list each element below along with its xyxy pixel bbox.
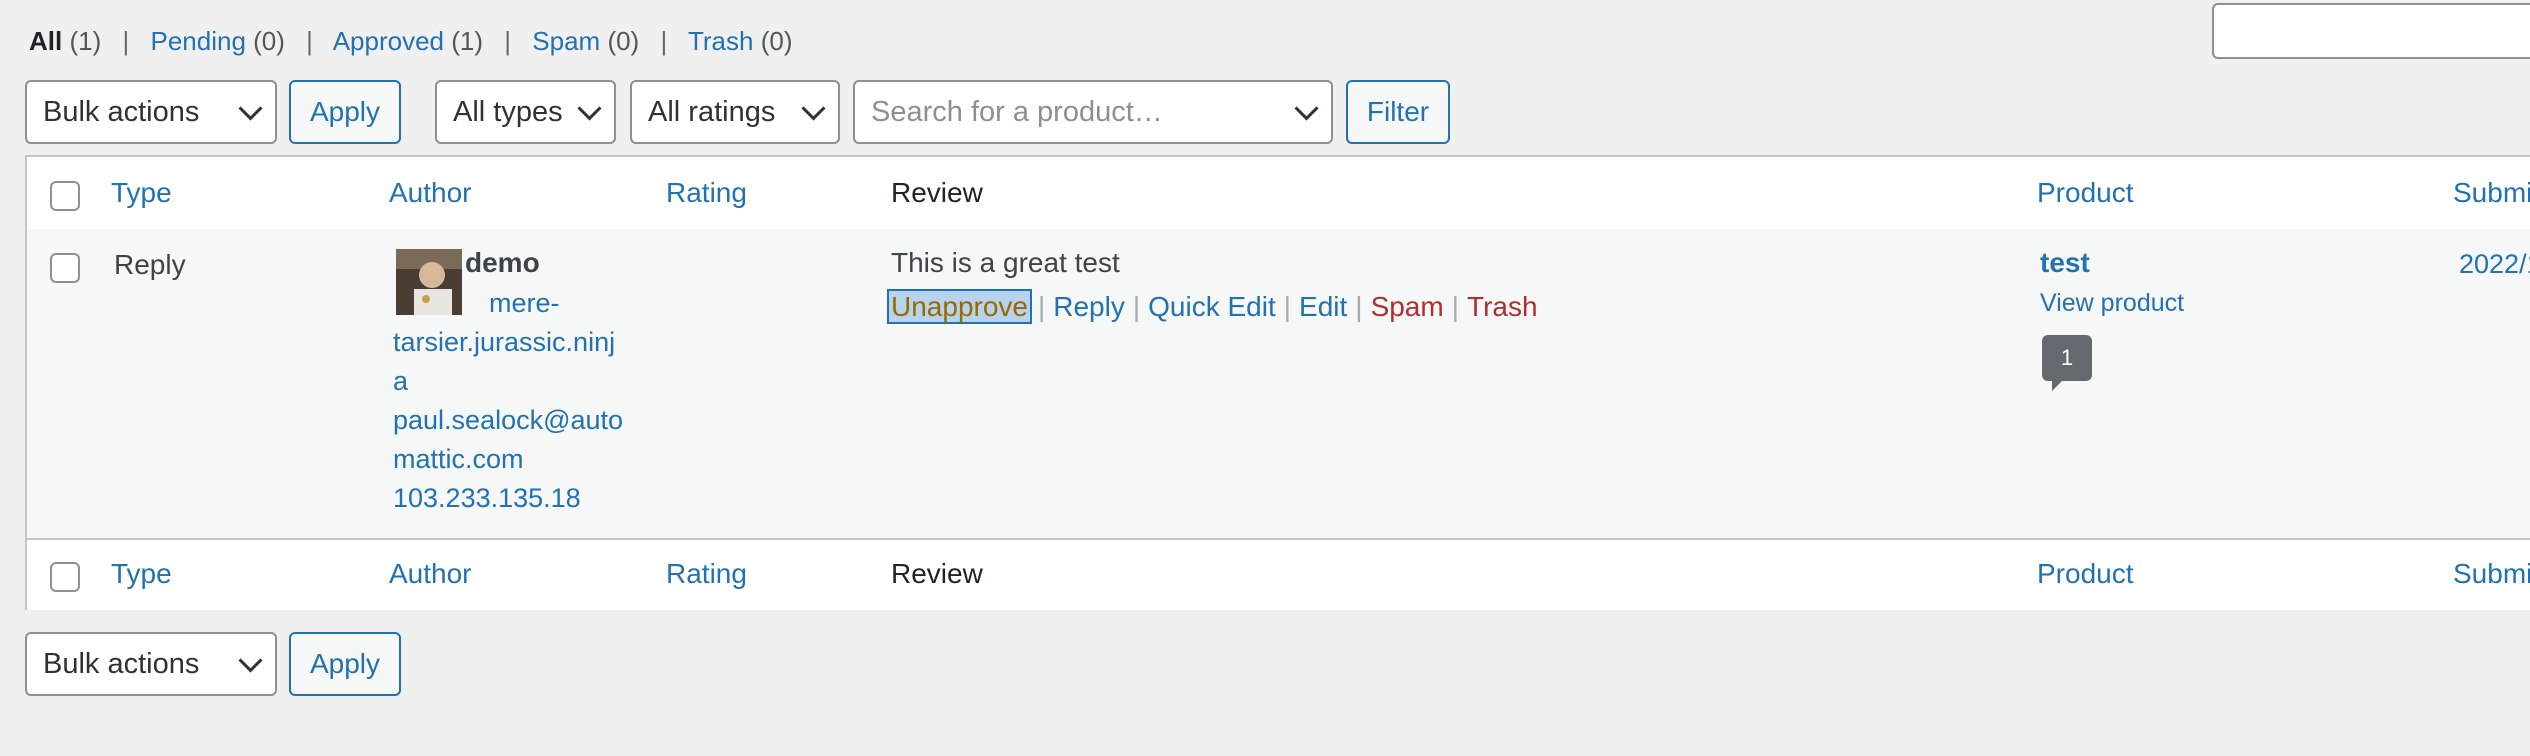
reviews-table: Type Author Rating Review Product Submit…: [25, 155, 2530, 610]
select-all-checkbox[interactable]: [50, 181, 80, 211]
status-all-link[interactable]: All: [29, 26, 62, 56]
author-url-line[interactable]: tarsier.jurassic.ninj: [393, 323, 623, 362]
type-filter-value: All types: [453, 95, 563, 128]
column-author[interactable]: Author: [389, 177, 472, 209]
table-header: Type Author Rating Review Product Submit…: [27, 157, 2530, 231]
filter-button[interactable]: Filter: [1346, 80, 1450, 144]
comment-count-badge[interactable]: 1: [2042, 335, 2092, 391]
column-product[interactable]: Product: [2037, 177, 2134, 209]
quick-edit-link[interactable]: Quick Edit: [1148, 291, 1276, 322]
product-search-select[interactable]: Search for a product…: [853, 80, 1333, 144]
column-review-footer: Review: [891, 558, 983, 589]
product-name-link[interactable]: test: [2040, 247, 2090, 279]
column-review: Review: [891, 177, 983, 208]
separator: |: [660, 26, 668, 56]
type-filter-select[interactable]: All types: [435, 80, 616, 144]
author-ip[interactable]: 103.233.135.18: [393, 479, 623, 518]
status-trash-link[interactable]: Trash: [688, 26, 754, 56]
status-trash-count: (0): [760, 26, 793, 56]
status-approved-count: (1): [451, 26, 484, 56]
separator: |: [306, 26, 313, 56]
row-checkbox[interactable]: [50, 253, 80, 283]
trash-link[interactable]: Trash: [1467, 291, 1538, 322]
unapprove-link[interactable]: Unapprove: [887, 289, 1032, 324]
column-rating-footer[interactable]: Rating: [666, 558, 747, 590]
separator: |: [1037, 291, 1046, 322]
row-actions: Unapprove | Reply | Quick Edit | Edit | Spam | Tra…: [887, 289, 1538, 324]
status-pending-count: (0): [253, 26, 285, 56]
review-type: Reply: [114, 249, 186, 280]
column-submitted-footer[interactable]: Submitt: [2453, 558, 2530, 590]
separator: |: [122, 26, 130, 56]
separator: |: [1451, 291, 1459, 322]
status-all-count: (1): [69, 26, 102, 56]
author-name: demo: [465, 247, 540, 278]
separator: |: [1355, 291, 1363, 322]
status-filter-links: All (1) | Pending (0) | Approved (1) | S…: [29, 26, 793, 57]
apply-button-top[interactable]: Apply: [289, 80, 401, 144]
author-url-line[interactable]: mere-: [393, 284, 623, 323]
search-reviews-input[interactable]: [2212, 3, 2530, 59]
status-spam-link[interactable]: Spam: [532, 26, 600, 56]
chevron-down-icon: [238, 96, 263, 121]
select-all-checkbox-footer[interactable]: [50, 562, 80, 592]
column-rating[interactable]: Rating: [666, 177, 747, 209]
separator: |: [1132, 291, 1141, 322]
bulk-actions-value: Bulk actions: [43, 647, 200, 680]
apply-button-bottom[interactable]: Apply: [289, 632, 401, 696]
bulk-actions-select-bottom[interactable]: Bulk actions: [25, 632, 277, 696]
separator: |: [1283, 291, 1292, 322]
bulk-actions-value: Bulk actions: [43, 95, 200, 128]
status-spam-count: (0): [607, 26, 640, 56]
column-submitted[interactable]: Submitt: [2453, 177, 2530, 209]
column-type[interactable]: Type: [111, 177, 172, 209]
submitted-date-link[interactable]: 2022/11/: [2459, 249, 2530, 280]
author-url-line[interactable]: a: [393, 362, 623, 401]
edit-link[interactable]: Edit: [1299, 291, 1347, 322]
author-details: mere- tarsier.jurassic.ninj a paul.sealo…: [393, 284, 623, 518]
chevron-down-icon: [577, 96, 602, 121]
status-approved-link[interactable]: Approved: [333, 26, 444, 56]
bulk-actions-select-top[interactable]: Bulk actions: [25, 80, 277, 144]
column-type-footer[interactable]: Type: [111, 558, 172, 590]
separator: |: [504, 26, 512, 56]
rating-filter-value: All ratings: [648, 95, 776, 128]
column-author-footer[interactable]: Author: [389, 558, 472, 590]
status-pending-link[interactable]: Pending: [150, 26, 245, 56]
author-email-line[interactable]: mattic.com: [393, 440, 623, 479]
view-product-link[interactable]: View product: [2040, 289, 2184, 318]
table-footer: Type Author Rating Review Product Submit…: [27, 538, 2530, 610]
reply-link[interactable]: Reply: [1053, 291, 1125, 322]
chevron-down-icon: [238, 648, 263, 673]
table-row: Reply demo mere- tarsier.jurassic.ninj a…: [27, 229, 2530, 538]
chevron-down-icon: [1294, 96, 1319, 121]
author-email-line[interactable]: paul.sealock@auto: [393, 401, 623, 440]
chevron-down-icon: [801, 96, 826, 121]
spam-link[interactable]: Spam: [1371, 291, 1444, 322]
column-product-footer[interactable]: Product: [2037, 558, 2134, 590]
rating-filter-select[interactable]: All ratings: [630, 80, 840, 144]
review-text: This is a great test: [891, 247, 1120, 278]
product-search-placeholder: Search for a product…: [871, 95, 1163, 128]
